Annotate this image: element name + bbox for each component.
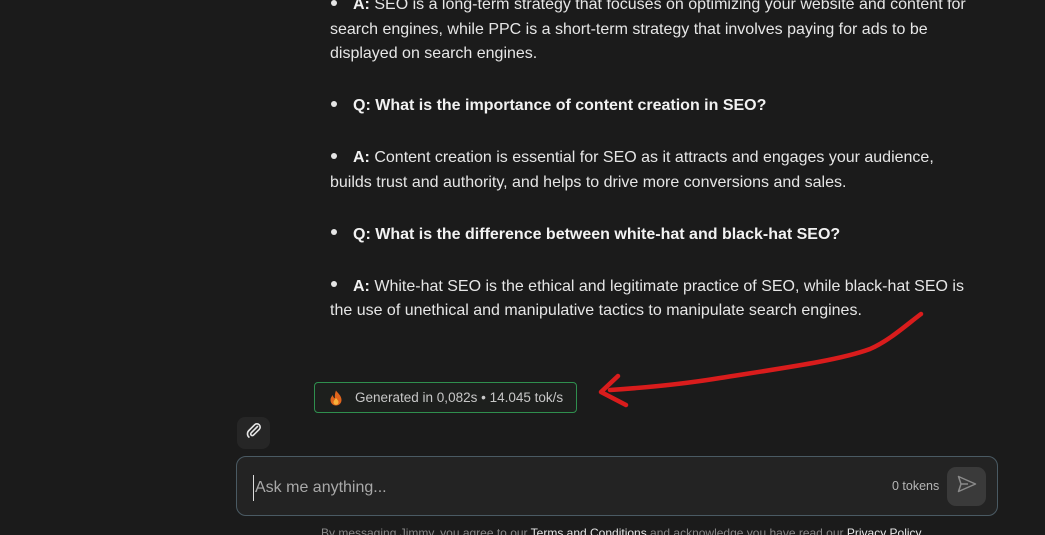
footer-disclaimer: By messaging Jimmy, you agree to our Ter… xyxy=(321,526,922,535)
qa-tag: Q: xyxy=(353,225,371,243)
bullet xyxy=(330,223,353,248)
terms-link[interactable]: Terms and Conditions xyxy=(531,526,647,535)
qa-tag: Q: xyxy=(353,97,371,114)
qa-tag: A: xyxy=(353,149,370,166)
privacy-link[interactable]: Privacy Policy xyxy=(847,526,922,535)
qa-item-answer: A: SEO is a long-term strategy that focu… xyxy=(330,0,970,67)
generation-stats-text: Generated in 0,082s • 14.045 tok/s xyxy=(355,390,564,405)
qa-text: White-hat SEO is the ethical and legitim… xyxy=(330,277,964,320)
send-button[interactable] xyxy=(947,467,986,506)
footer-middle: and acknowledge you have read our xyxy=(646,526,847,535)
qa-item-question: Q: What is the difference between white-… xyxy=(330,223,970,248)
qa-text: SEO is a long-term strategy that focuses… xyxy=(330,0,966,62)
generation-stats-badge: Generated in 0,082s • 14.045 tok/s xyxy=(314,382,577,413)
bullet xyxy=(330,146,353,171)
qa-tag: A: xyxy=(353,277,370,295)
chat-page: A: SEO is a long-term strategy that focu… xyxy=(0,0,1045,535)
qa-text: Content creation is essential for SEO as… xyxy=(330,149,934,191)
bullet xyxy=(330,0,353,18)
send-icon xyxy=(957,475,977,498)
bullet xyxy=(330,275,353,300)
qa-text: What is the importance of content creati… xyxy=(375,97,767,114)
bullet xyxy=(330,94,353,119)
message-input[interactable] xyxy=(253,475,857,501)
message-composer: 0 tokens xyxy=(236,456,998,516)
qa-text: What is the difference between white-hat… xyxy=(375,225,841,243)
qa-list: A: SEO is a long-term strategy that focu… xyxy=(330,0,970,351)
fire-icon xyxy=(329,390,343,406)
qa-item-question: Q: What is the importance of content cre… xyxy=(330,94,970,119)
token-count: 0 tokens xyxy=(892,479,940,493)
qa-item-answer: A: White-hat SEO is the ethical and legi… xyxy=(330,275,970,324)
attach-button[interactable] xyxy=(237,417,270,449)
qa-item-answer: A: Content creation is essential for SEO… xyxy=(330,146,970,195)
paperclip-icon xyxy=(246,422,262,444)
qa-tag: A: xyxy=(353,0,370,13)
footer-prefix: By messaging Jimmy, you agree to our xyxy=(321,526,531,535)
